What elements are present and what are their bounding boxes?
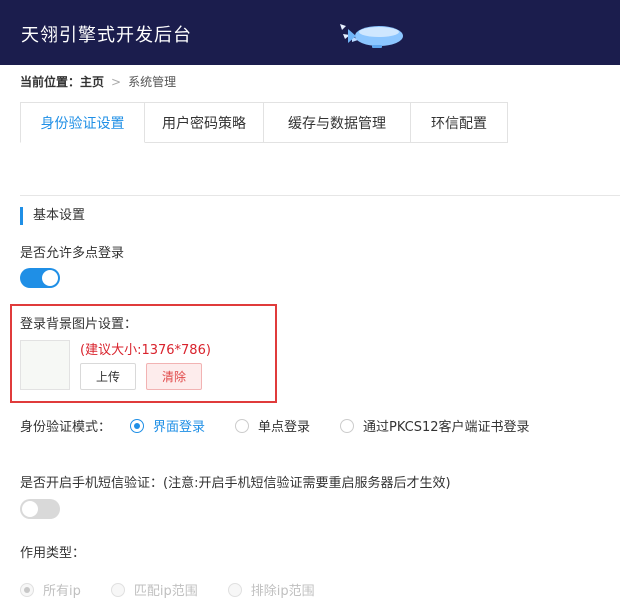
top-header: 天翎引擎式开发后台: [0, 0, 620, 65]
radio-dot: [110, 582, 125, 597]
toggle-knob: [42, 270, 58, 286]
tab-easemob-config[interactable]: 环信配置: [411, 102, 508, 143]
breadcrumb-home-link[interactable]: 主页: [80, 75, 104, 89]
toggle-knob: [22, 501, 38, 517]
multi-login-label: 是否允许多点登录: [20, 246, 125, 261]
login-bg-thumbnail: [20, 340, 70, 390]
breadcrumb: 当前位置：主页 > 系统管理: [20, 73, 176, 90]
radio-label: 界面登录: [153, 420, 206, 435]
tab-password-policy[interactable]: 用户密码策略: [145, 102, 264, 143]
sms-label: 是否开启手机短信验证：(注意:开启手机短信验证需要重启服务器后才生效): [20, 476, 451, 491]
login-bg-label: 登录背景图片设置：: [20, 317, 138, 332]
radio-ui-login[interactable]: 界面登录: [130, 416, 205, 435]
scope-label: 作用类型：: [20, 546, 86, 561]
login-bg-size-hint: (建议大小:1376*786): [80, 343, 211, 358]
radio-dot: [235, 418, 250, 433]
breadcrumb-current: 系统管理: [128, 75, 177, 89]
app-title: 天翎引擎式开发后台: [21, 25, 192, 46]
auth-mode-label: 身份验证模式：: [20, 420, 112, 435]
radio-label: 排除ip范围: [250, 584, 315, 599]
settings-tabs: 身份验证设置 用户密码策略 缓存与数据管理 环信配置: [20, 102, 508, 143]
radio-match-ip[interactable]: 匹配ip范围: [110, 580, 198, 599]
radio-exclude-ip[interactable]: 排除ip范围: [227, 580, 315, 599]
breadcrumb-prefix: 当前位置：: [20, 75, 81, 89]
tab-cache-data[interactable]: 缓存与数据管理: [264, 102, 411, 143]
auth-mode-radio-group: 界面登录 单点登录 通过PKCS12客户端证书登录: [130, 416, 530, 435]
clear-button[interactable]: 清除: [146, 363, 202, 390]
radio-all-ip[interactable]: 所有ip: [20, 580, 81, 599]
multi-login-toggle[interactable]: [20, 268, 60, 288]
radio-label: 通过PKCS12客户端证书登录: [363, 420, 530, 435]
section-title: 基本设置: [20, 207, 85, 225]
radio-dot: [20, 582, 34, 597]
breadcrumb-separator: >: [111, 75, 122, 89]
radio-pkcs12-login[interactable]: 通过PKCS12客户端证书登录: [340, 416, 530, 435]
radio-label: 所有ip: [43, 584, 81, 599]
blimp-logo-icon: [340, 24, 403, 48]
radio-sso-login[interactable]: 单点登录: [235, 416, 310, 435]
tab-auth-settings[interactable]: 身份验证设置: [20, 102, 145, 143]
radio-dot: [130, 418, 144, 433]
scope-radio-group: 所有ip 匹配ip范围 排除ip范围: [20, 580, 315, 599]
radio-label: 单点登录: [258, 420, 311, 435]
radio-dot: [227, 582, 242, 597]
sms-toggle[interactable]: [20, 499, 60, 519]
radio-dot: [340, 418, 355, 433]
divider: [20, 195, 620, 196]
upload-button[interactable]: 上传: [80, 363, 136, 390]
radio-label: 匹配ip范围: [133, 584, 198, 599]
